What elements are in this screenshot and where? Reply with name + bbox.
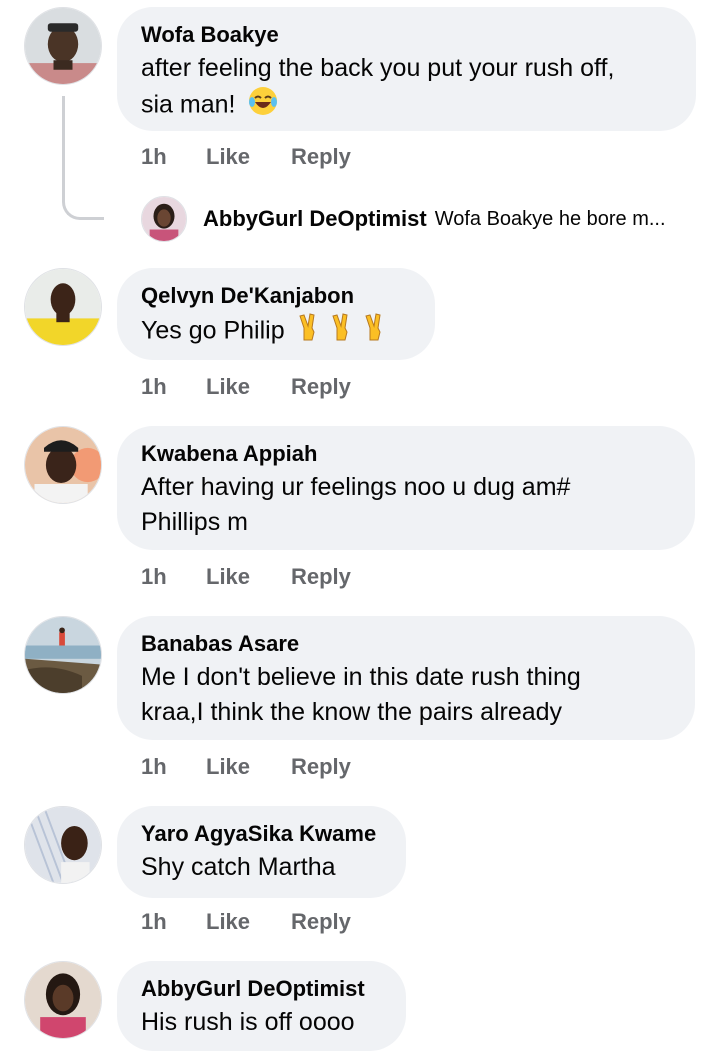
comment-bubble: Qelvyn De'Kanjabon Yes go Philip: [117, 268, 435, 360]
comment-actions: 1h Like Reply: [141, 143, 351, 171]
comment-bubble: AbbyGurl DeOptimist His rush is off oooo: [117, 961, 406, 1051]
comment-actions: 1h Like Reply: [141, 563, 351, 591]
comment-text: Me I don't believe in this date rush thi…: [141, 660, 671, 730]
comment-author[interactable]: Kwabena Appiah: [141, 440, 671, 468]
comment-actions: 1h Like Reply: [141, 373, 351, 401]
avatar-photo-icon: [25, 427, 101, 503]
avatar-photo-icon: [25, 269, 101, 345]
comment-bubble: Wofa Boakye after feeling the back you p…: [117, 7, 696, 131]
comment-bubble: Banabas Asare Me I don't believe in this…: [117, 616, 695, 740]
comment-text: Yes go Philip: [141, 312, 411, 352]
reply-button[interactable]: Reply: [291, 144, 351, 170]
reply-button[interactable]: Reply: [291, 564, 351, 590]
comment-text-line: After having ur feelings noo u dug am#: [141, 473, 571, 501]
comment-text-line: sia man!: [141, 90, 236, 119]
thread-connector-line: [62, 96, 104, 220]
avatar[interactable]: [24, 426, 102, 504]
avatar[interactable]: [24, 961, 102, 1039]
comment-bubble: Yaro AgyaSika Kwame Shy catch Martha: [117, 806, 406, 898]
like-button[interactable]: Like: [206, 754, 291, 780]
comment-text: His rush is off oooo: [141, 1005, 382, 1040]
comment-text-line: Shy catch Martha: [141, 853, 336, 881]
like-button[interactable]: Like: [206, 909, 291, 935]
comment-text-line: His rush is off oooo: [141, 1008, 355, 1036]
like-button[interactable]: Like: [206, 564, 291, 590]
comment-text: After having ur feelings noo u dug am# P…: [141, 470, 671, 540]
comment-text: after feeling the back you put your rush…: [141, 51, 672, 126]
comment-actions: 1h Like Reply: [141, 908, 351, 936]
avatar-photo-icon: [25, 807, 101, 883]
avatar-photo-icon: [25, 962, 101, 1038]
avatar-photo-icon: [25, 8, 101, 84]
reply-snippet: Wofa Boakye he bore m...: [434, 207, 666, 230]
like-button[interactable]: Like: [206, 374, 291, 400]
comment-time[interactable]: 1h: [141, 374, 206, 400]
avatar[interactable]: [141, 196, 187, 242]
comment-author[interactable]: Wofa Boakye: [141, 21, 672, 49]
comment-time[interactable]: 1h: [141, 564, 206, 590]
laughing-crying-emoji-icon: [248, 86, 278, 126]
comment-text-line: Me I don't believe in this date rush thi…: [141, 663, 581, 691]
avatar-photo-icon: [25, 617, 101, 693]
victory-hand-emoji-icon: [298, 312, 394, 352]
comment-actions: 1h Like Reply: [141, 753, 351, 781]
comment-author[interactable]: Yaro AgyaSika Kwame: [141, 820, 382, 848]
comment-time[interactable]: 1h: [141, 909, 206, 935]
comment-text-line: after feeling the back you put your rush…: [141, 54, 615, 82]
reply-author[interactable]: AbbyGurl DeOptimist: [203, 206, 427, 232]
comment-time[interactable]: 1h: [141, 144, 206, 170]
comment-text-line: kraa,I think the know the pairs already: [141, 698, 563, 726]
comment-text-line: Yes go Philip: [141, 316, 285, 345]
reply-button[interactable]: Reply: [291, 754, 351, 780]
comment-author[interactable]: Banabas Asare: [141, 630, 671, 658]
comment-bubble: Kwabena Appiah After having ur feelings …: [117, 426, 695, 550]
avatar[interactable]: [24, 806, 102, 884]
comment-text-line: Phillips m: [141, 508, 248, 536]
avatar[interactable]: [24, 7, 102, 85]
avatar-photo-icon: [142, 197, 186, 241]
avatar[interactable]: [24, 268, 102, 346]
comment-text: Shy catch Martha: [141, 850, 382, 885]
comment-author[interactable]: AbbyGurl DeOptimist: [141, 975, 382, 1003]
like-button[interactable]: Like: [206, 144, 291, 170]
reply-button[interactable]: Reply: [291, 374, 351, 400]
reply-button[interactable]: Reply: [291, 909, 351, 935]
comment-author[interactable]: Qelvyn De'Kanjabon: [141, 282, 411, 310]
comment-time[interactable]: 1h: [141, 754, 206, 780]
reply-preview[interactable]: AbbyGurl DeOptimist Wofa Boakye he bore …: [141, 196, 666, 242]
avatar[interactable]: [24, 616, 102, 694]
